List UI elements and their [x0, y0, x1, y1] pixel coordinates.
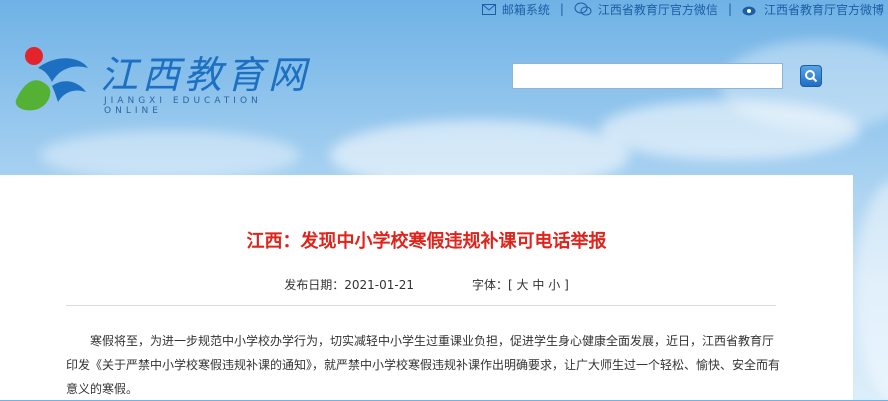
publish-date-label: 发布日期： [284, 278, 345, 292]
mail-icon [481, 3, 496, 15]
logo-english-name: JIANGXI EDUCATION ONLINE [104, 96, 262, 116]
search-button[interactable] [800, 65, 822, 87]
divider [66, 305, 776, 306]
mail-link[interactable]: 邮箱系统 [481, 1, 550, 18]
article-meta: 发布日期：2021-01-21 字体：[ 大 中 小 ] [0, 276, 853, 293]
font-size-small[interactable]: 小 [548, 278, 560, 292]
font-size-close: ] [564, 278, 569, 292]
font-size-medium[interactable]: 中 [532, 278, 544, 292]
separator: | [559, 2, 564, 16]
weibo-link[interactable]: 江西省教育厅官方微博 [742, 1, 884, 18]
logo-chinese-name: 江西教育网 [100, 53, 311, 97]
wechat-label: 江西省教育厅官方微信 [597, 2, 718, 17]
publish-date: 发布日期：2021-01-21 [284, 276, 414, 293]
weibo-label: 江西省教育厅官方微博 [763, 2, 884, 17]
search-input[interactable] [512, 63, 783, 89]
separator: | [727, 2, 732, 16]
publish-date-value: 2021-01-21 [344, 278, 415, 292]
mail-label: 邮箱系统 [501, 2, 550, 17]
top-utility-bar: 邮箱系统 | 江西省教育厅官方微信 | 江西省教育厅官方微博 [481, 0, 888, 18]
site-logo[interactable]: 江西教育网 JIANGXI EDUCATION ONLINE [8, 38, 318, 118]
article-panel: 江西：发现中小学校寒假违规补课可电话举报 发布日期：2021-01-21 字体：… [0, 175, 853, 400]
font-size-large[interactable]: 大 [517, 278, 529, 292]
font-size-label: 字体：[ [472, 278, 513, 292]
font-size-control: 字体：[ 大 中 小 ] [472, 276, 569, 293]
logo-emblem-icon [15, 47, 88, 111]
weibo-icon [742, 6, 756, 15]
article-paragraph: 寒假将至，为进一步规范中小学校办学行为，切实减轻中小学生过重课业负担，促进学生身… [66, 334, 781, 396]
article-title: 江西：发现中小学校寒假违规补课可电话举报 [246, 231, 607, 251]
wechat-link[interactable]: 江西省教育厅官方微信 [574, 1, 718, 18]
wechat-icon [574, 2, 592, 16]
search-icon [805, 70, 818, 83]
